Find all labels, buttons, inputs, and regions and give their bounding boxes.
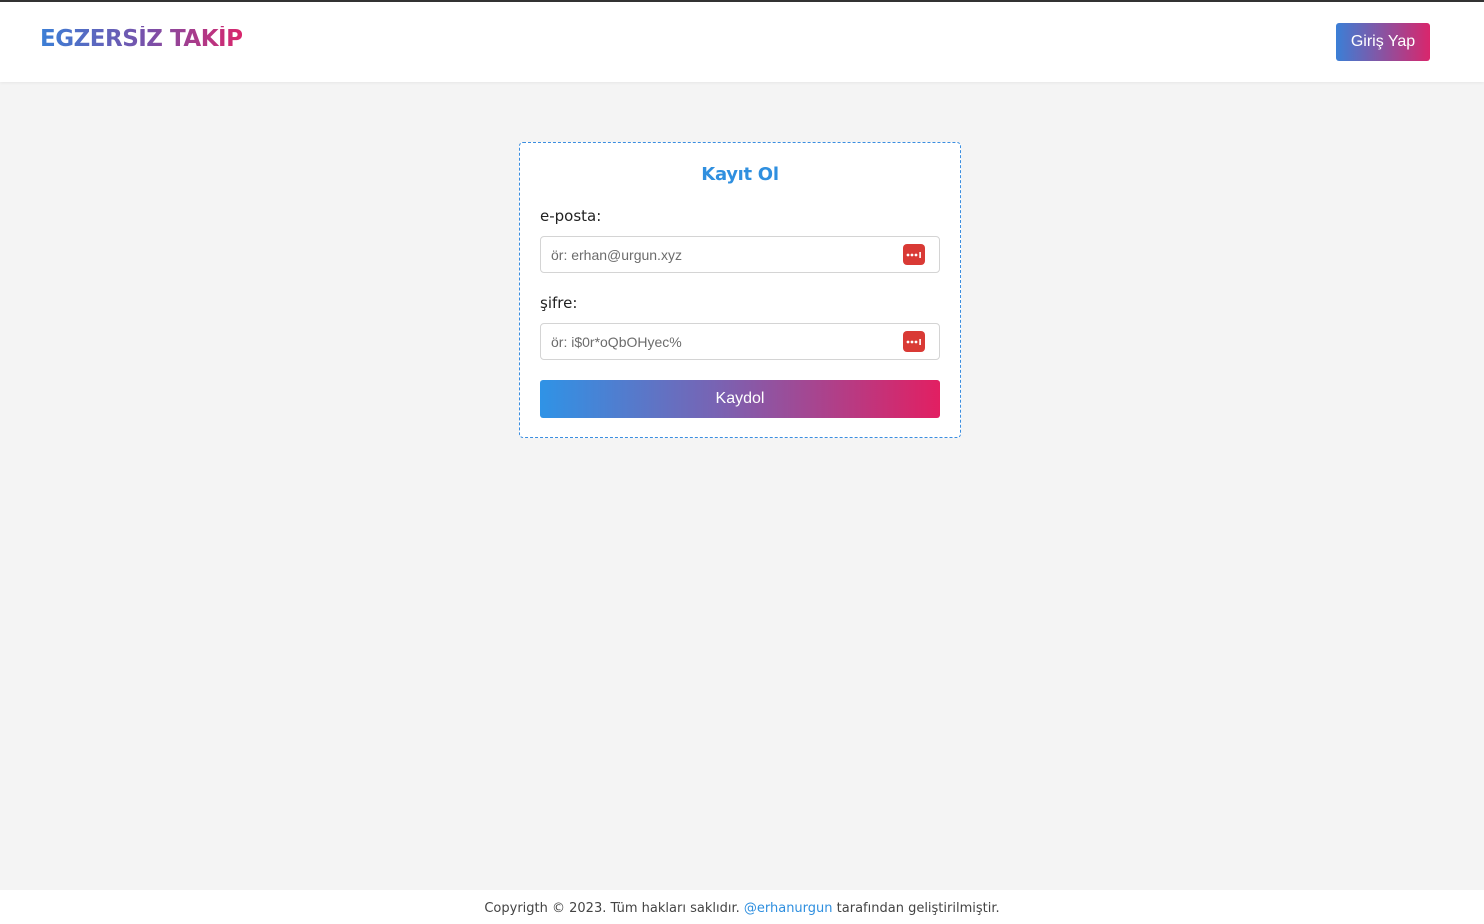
site-header: EGZERSİZ TAKİP Giriş Yap [0,2,1484,82]
email-field-wrapper [540,236,940,273]
site-logo[interactable]: EGZERSİZ TAKİP [40,26,243,52]
password-label: şifre: [540,294,578,312]
register-form-card: Kayıt Ol e-posta: şifre: Kaydol [519,142,961,438]
author-link[interactable]: @erhanurgun [744,901,833,916]
register-submit-button[interactable]: Kaydol [540,380,940,418]
email-input[interactable] [541,237,939,272]
form-title: Kayıt Ol [701,164,779,185]
credit-text: tarafından geliştirilmiştir. [836,901,1000,916]
password-field-wrapper [540,323,940,360]
copyright-text: Copyrigth © 2023. Tüm hakları saklıdır. [484,901,740,916]
login-button[interactable]: Giriş Yap [1336,23,1430,61]
password-input[interactable] [541,324,939,359]
site-footer: Copyrigth © 2023. Tüm hakları saklıdır. … [0,890,1484,924]
email-label: e-posta: [540,207,602,225]
password-manager-icon[interactable] [903,331,925,352]
password-manager-icon[interactable] [903,244,925,265]
